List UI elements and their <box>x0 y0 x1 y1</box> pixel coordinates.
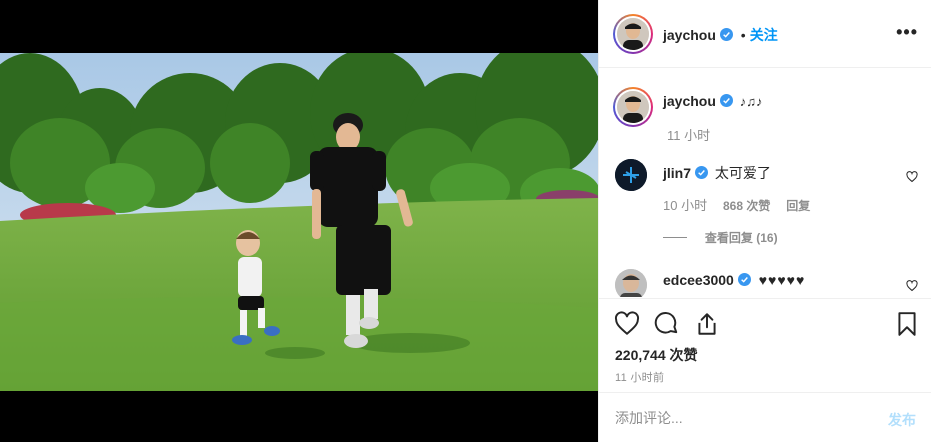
caption-avatar-image <box>617 91 649 123</box>
verified-badge-icon <box>719 28 733 41</box>
post-timestamp[interactable]: 11 小时前 <box>615 369 664 385</box>
more-options-icon[interactable]: ••• <box>896 22 918 43</box>
comment-input[interactable] <box>615 408 865 428</box>
post-photo <box>0 53 598 391</box>
share-icon[interactable] <box>694 311 720 337</box>
bookmark-icon[interactable] <box>894 311 920 337</box>
post-panel: jaychou • 关注 ••• jaychou ♪♫♪ 11 小时 jlin7… <box>598 0 931 442</box>
caption-time: 11 小时 <box>667 128 711 143</box>
verified-badge-icon <box>719 94 733 107</box>
post-caption: jaychou ♪♫♪ 11 小时 <box>613 87 920 147</box>
add-comment-bar: 发布 <box>599 392 931 442</box>
comments-list[interactable]: jaychou ♪♫♪ 11 小时 jlin7 太可爱了 10 小时 868 次… <box>599 69 931 297</box>
post-header: jaychou • 关注 ••• <box>599 0 931 68</box>
verified-badge-icon <box>737 273 751 286</box>
caption-avatar[interactable] <box>613 87 653 127</box>
view-replies-line <box>663 237 687 238</box>
commenter-username[interactable]: jlin7 <box>663 165 691 181</box>
follow-button[interactable]: 关注 <box>750 27 778 43</box>
author-avatar[interactable] <box>613 14 653 54</box>
heart-icon[interactable] <box>614 311 640 337</box>
commenter-username[interactable]: edcee3000 <box>663 272 734 288</box>
post-media[interactable] <box>0 0 598 442</box>
post-comment-button[interactable]: 发布 <box>888 410 916 430</box>
comment-item: edcee3000 ♥♥♥♥♥ <box>615 269 920 297</box>
commenter-avatar[interactable] <box>615 269 647 297</box>
verified-badge-icon <box>695 166 709 179</box>
comment-text: ♥♥♥♥♥ <box>758 272 806 288</box>
author-username[interactable]: jaychou <box>663 27 716 43</box>
comment-likes[interactable]: 868 次赞 <box>723 199 770 213</box>
comment-text: 太可爱了 <box>714 165 771 181</box>
likes-count[interactable]: 220,744 次赞 <box>615 345 698 365</box>
header-separator: • <box>740 27 746 43</box>
view-replies-button[interactable]: 查看回复 (16) <box>705 231 778 245</box>
comment-icon[interactable] <box>654 311 680 337</box>
reply-button[interactable]: 回复 <box>786 199 810 213</box>
comment-like-icon[interactable] <box>906 171 918 183</box>
caption-username[interactable]: jaychou <box>663 93 716 109</box>
caption-text: ♪♫♪ <box>739 94 763 109</box>
comment-time: 10 小时 <box>663 198 708 213</box>
post-actions: 220,744 次赞 11 小时前 <box>599 298 931 392</box>
comment-like-icon[interactable] <box>906 280 918 292</box>
commenter-avatar[interactable] <box>615 159 647 191</box>
comment-item: jlin7 太可爱了 10 小时 868 次赞 回复 查看回复 (16) <box>615 159 920 245</box>
author-avatar-image <box>617 18 649 50</box>
